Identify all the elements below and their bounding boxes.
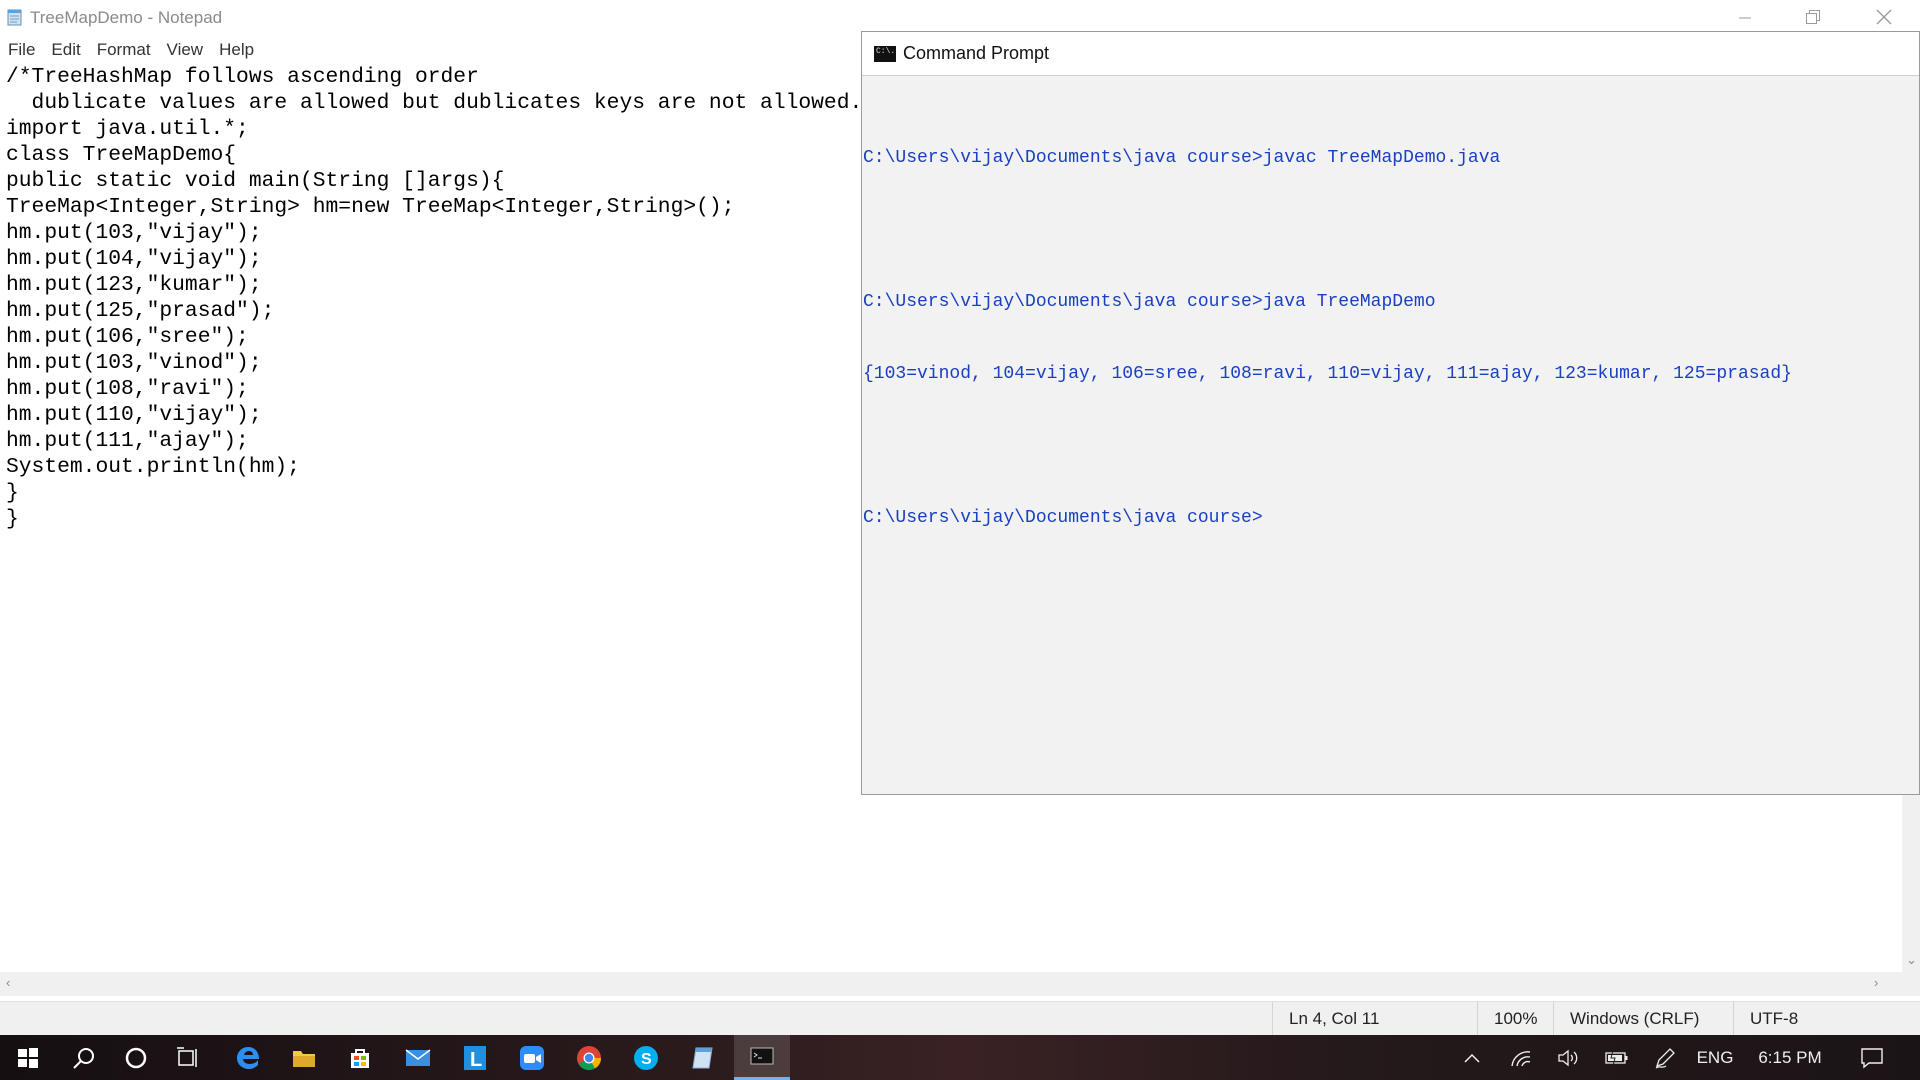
- status-bar: Ln 4, Col 11 100% Windows (CRLF) UTF-8: [0, 1001, 1920, 1036]
- volume-icon: [1558, 1049, 1578, 1066]
- l-app-button[interactable]: L: [447, 1035, 503, 1080]
- close-button[interactable]: [1855, 0, 1913, 34]
- wifi-icon: [1511, 1050, 1531, 1066]
- start-button[interactable]: [0, 1035, 56, 1080]
- zoom-icon: [520, 1045, 544, 1070]
- scrollbar-corner: [1902, 972, 1920, 996]
- cortana-icon: [125, 1047, 147, 1068]
- console-line: C:\Users\vijay\Documents\java course>jav…: [863, 292, 1436, 312]
- task-view-button[interactable]: [160, 1035, 216, 1080]
- mail-icon: [405, 1048, 431, 1066]
- scroll-down-icon[interactable]: ⌄: [1906, 952, 1917, 968]
- zoom-level: 100%: [1477, 1002, 1544, 1036]
- mail-button[interactable]: [390, 1035, 446, 1080]
- cmd-window-title: Command Prompt: [903, 43, 1050, 63]
- cmd-console-output[interactable]: C:\Users\vijay\Documents\java course>jav…: [863, 98, 1903, 578]
- taskbar: L S ENG 6:15 PM: [0, 1035, 1920, 1080]
- minimize-icon: [1739, 17, 1751, 19]
- file-explorer-icon: [293, 1050, 315, 1067]
- skype-icon: S: [634, 1045, 658, 1070]
- svg-text:L: L: [470, 1049, 482, 1071]
- menu-help[interactable]: Help: [211, 36, 262, 64]
- chrome-button[interactable]: [561, 1035, 617, 1080]
- menu-format[interactable]: Format: [89, 36, 159, 64]
- command-prompt-icon: [750, 1047, 774, 1065]
- minimize-button[interactable]: [1716, 0, 1774, 34]
- search-icon: [73, 1047, 94, 1069]
- volume-button[interactable]: [1550, 1035, 1588, 1080]
- close-icon: [1876, 9, 1892, 25]
- clock[interactable]: 6:15 PM: [1748, 1035, 1832, 1080]
- menu-file[interactable]: File: [0, 36, 43, 64]
- edge-button[interactable]: [220, 1035, 276, 1080]
- console-line: {103=vinod, 104=vijay, 106=sree, 108=rav…: [863, 364, 1792, 384]
- restore-icon: [1806, 10, 1820, 24]
- console-line: C:\Users\vijay\Documents\java course>: [863, 508, 1263, 528]
- input-language[interactable]: ENG: [1690, 1035, 1740, 1080]
- line-ending: Windows (CRLF): [1553, 1002, 1720, 1036]
- cmd-taskbar-button[interactable]: [734, 1035, 790, 1080]
- battery-button[interactable]: [1598, 1035, 1636, 1080]
- file-explorer-button[interactable]: [276, 1035, 332, 1080]
- scroll-right-icon[interactable]: ›: [1874, 975, 1878, 990]
- notepad-titlebar[interactable]: TreeMapDemo - Notepad: [0, 0, 1920, 34]
- l-app-icon: L: [464, 1045, 486, 1071]
- cursor-position: Ln 4, Col 11: [1272, 1002, 1489, 1036]
- svg-text:S: S: [641, 1051, 652, 1068]
- horizontal-scrollbar[interactable]: ‹ ›: [0, 972, 1902, 996]
- chrome-icon: [577, 1045, 601, 1070]
- battery-icon: [1605, 1049, 1628, 1066]
- menu-view[interactable]: View: [159, 36, 212, 64]
- command-prompt-window[interactable]: C:\. Command Prompt C:\Users\vijay\Docum…: [861, 31, 1920, 795]
- encoding: UTF-8: [1733, 1002, 1910, 1036]
- task-view-icon: [177, 1046, 197, 1067]
- pen-workspace-button[interactable]: [1646, 1035, 1684, 1080]
- menu-bar: File Edit Format View Help: [0, 36, 262, 64]
- command-prompt-icon: C:\.: [874, 46, 896, 62]
- action-center-button[interactable]: [1852, 1035, 1892, 1080]
- edge-icon: [237, 1046, 259, 1069]
- notification-icon: [1861, 1047, 1883, 1068]
- chevron-up-icon: [1464, 1053, 1480, 1063]
- notepad-app-icon: [7, 9, 22, 26]
- console-line: C:\Users\vijay\Documents\java course>jav…: [863, 148, 1501, 168]
- cmd-icon-text: C:\.: [876, 47, 896, 56]
- window-title: TreeMapDemo - Notepad: [30, 8, 223, 27]
- network-button[interactable]: [1502, 1035, 1540, 1080]
- menu-edit[interactable]: Edit: [43, 36, 88, 64]
- restore-button[interactable]: [1784, 0, 1842, 34]
- skype-button[interactable]: S: [618, 1035, 674, 1080]
- cortana-button[interactable]: [108, 1035, 164, 1080]
- notepad-taskbar-button[interactable]: [675, 1035, 731, 1080]
- windows-start-icon: [18, 1047, 38, 1068]
- zoom-button[interactable]: [504, 1035, 560, 1080]
- store-icon: [351, 1048, 369, 1068]
- store-button[interactable]: [332, 1035, 388, 1080]
- show-hidden-icons-button[interactable]: [1454, 1035, 1490, 1080]
- notepad-icon: [692, 1047, 713, 1068]
- search-button[interactable]: [56, 1035, 112, 1080]
- cmd-titlebar[interactable]: C:\. Command Prompt: [862, 32, 1919, 76]
- pen-icon: [1655, 1047, 1675, 1069]
- scroll-left-icon[interactable]: ‹: [6, 975, 10, 990]
